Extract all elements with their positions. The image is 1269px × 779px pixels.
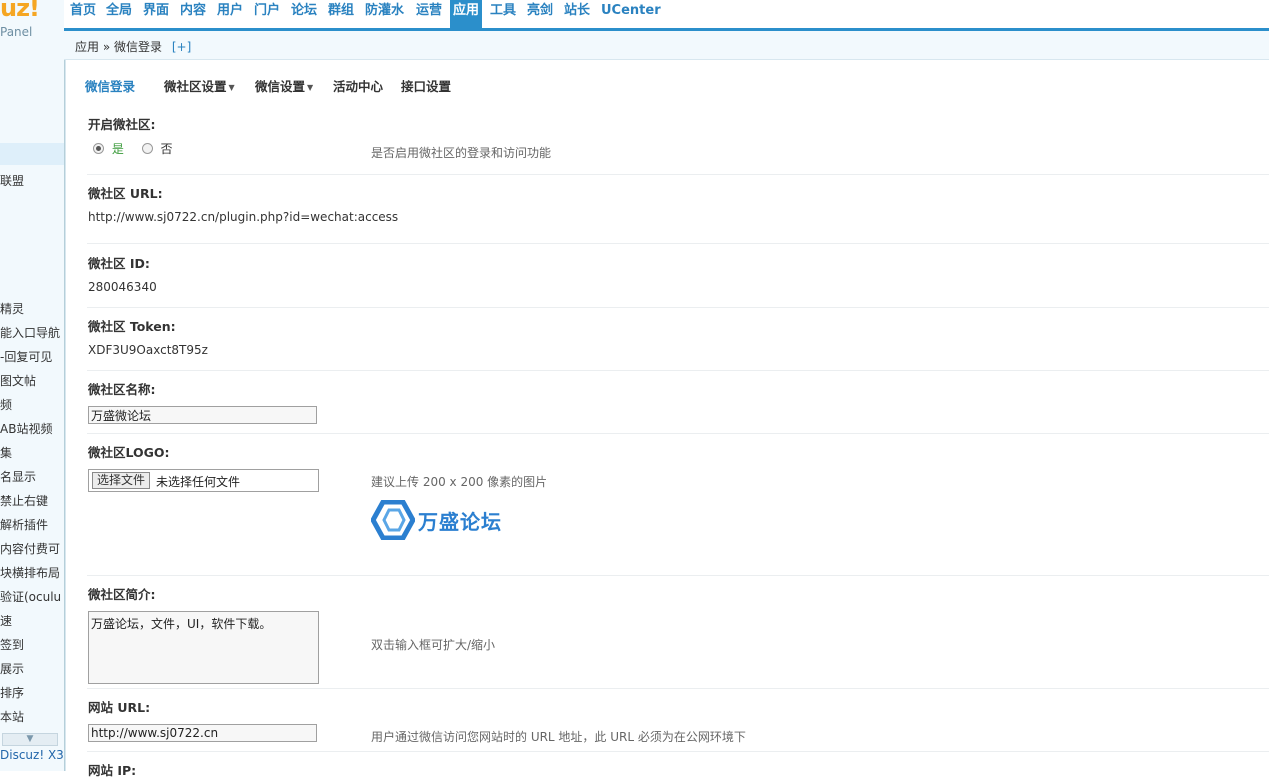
community-name-input[interactable] (88, 406, 317, 424)
top-nav: 首页 全局 界面 内容 用户 门户 论坛 群组 防灌水 运营 应用 工具 亮剑 … (64, 0, 1269, 31)
sidebar-item[interactable]: 联盟 (0, 172, 24, 189)
breadcrumb-parent[interactable]: 应用 (75, 40, 99, 54)
nav-item-apps[interactable]: 应用 (450, 0, 483, 28)
sidebar-item[interactable]: 能入口导航 (0, 324, 60, 341)
sidebar-item[interactable]: 频 (0, 396, 12, 413)
nav-item-groups[interactable]: 群组 (325, 0, 357, 24)
tab-activity-center[interactable]: 活动中心 (333, 76, 383, 95)
divider (87, 433, 1269, 434)
community-intro-textarea[interactable]: 万盛论坛，文件，UI，软件下载。 (88, 611, 319, 684)
nav-item-webmaster[interactable]: 站长 (561, 0, 593, 24)
site-url-tip: 用户通过微信访问您网站时的 URL 地址，此 URL 必须为在公网环境下 (371, 730, 746, 744)
sidebar: uz! Panel 联盟 精灵 能入口导航 -回复可见 图文帖 频 AB站视频 … (0, 0, 65, 771)
site-ip-label: 网站 IP: (88, 763, 137, 778)
logo-file-input[interactable]: 选择文件 未选择任何文件 (88, 469, 319, 492)
enable-label: 开启微社区: (88, 117, 156, 132)
nav-item-users[interactable]: 用户 (214, 0, 246, 24)
logo-tip: 建议上传 200 x 200 像素的图片 (371, 475, 548, 489)
nav-item-interface[interactable]: 界面 (140, 0, 172, 24)
divider (87, 243, 1269, 244)
sidebar-item[interactable]: 精灵 (0, 300, 24, 317)
community-logo-label: 微社区LOGO: (88, 445, 170, 460)
community-id-label: 微社区 ID: (88, 256, 150, 271)
enable-tip: 是否启用微社区的登录和访问功能 (371, 146, 552, 160)
discuz-logo: uz! (0, 0, 40, 22)
sidebar-highlight (0, 143, 64, 165)
nav-item-operation[interactable]: 运营 (413, 0, 445, 24)
enable-radio-group: 是 否 (88, 140, 173, 157)
sidebar-item[interactable]: 图文帖 (0, 372, 36, 389)
divider (87, 751, 1269, 752)
divider (87, 688, 1269, 689)
sidebar-item[interactable]: 块横排布局 (0, 564, 60, 581)
sidebar-item[interactable]: -回复可见 (0, 348, 52, 365)
tab-community-settings[interactable]: 微社区设置 ▼ (164, 76, 235, 95)
sidebar-item[interactable]: 内容付费可 (0, 540, 60, 557)
chevron-down-icon: ▼ (228, 83, 235, 92)
main-content: 微信登录 微社区设置 ▼ 微信设置 ▼ 活动中心 接口设置 开启微社区: 是 否 是… (65, 60, 1269, 778)
community-url-label: 微社区 URL: (88, 186, 163, 201)
hexagon-logo-icon (370, 499, 416, 541)
community-intro-label: 微社区简介: (88, 587, 156, 602)
breadcrumb-separator: » (102, 40, 111, 54)
sidebar-item[interactable]: 签到 (0, 636, 24, 653)
logo-preview: 万盛论坛 (370, 499, 511, 542)
community-name-label: 微社区名称: (88, 382, 156, 397)
site-url-label: 网站 URL: (88, 700, 151, 715)
choose-file-button[interactable]: 选择文件 (92, 472, 151, 489)
sidebar-item[interactable]: 本站 (0, 708, 24, 725)
nav-item-forum[interactable]: 论坛 (288, 0, 320, 24)
nav-item-content[interactable]: 内容 (177, 0, 209, 24)
sidebar-item[interactable]: 验证(oculu (0, 588, 61, 605)
community-token-value: XDF3U9Oaxct8T95z (88, 343, 208, 357)
nav-item-liangjian[interactable]: 亮剑 (524, 0, 556, 24)
version-footer[interactable]: Discuz! X3.2 (0, 748, 64, 762)
radio-no[interactable] (141, 143, 153, 154)
sidebar-item[interactable]: 集 (0, 444, 12, 461)
breadcrumb: 应用 » 微信登录 [+] (75, 38, 191, 55)
sidebar-item[interactable]: 速 (0, 612, 12, 629)
sidebar-item[interactable]: 禁止右键 (0, 492, 48, 509)
nav-item-home[interactable]: 首页 (67, 0, 99, 24)
file-status: 未选择任何文件 (156, 475, 241, 489)
site-url-input[interactable] (88, 724, 317, 742)
nav-item-ucenter[interactable]: UCenter (598, 0, 664, 24)
main-divider (65, 60, 66, 771)
scroll-down-icon[interactable]: ▼ (2, 733, 58, 746)
tab-community-settings-label: 微社区设置 (164, 79, 227, 94)
logo-preview-text: 万盛论坛 (418, 510, 502, 534)
divider (87, 307, 1269, 308)
community-url-value: http://www.sj0722.cn/plugin.php?id=wecha… (88, 210, 399, 224)
add-shortcut-button[interactable]: [+] (172, 40, 191, 54)
radio-no-label[interactable]: 否 (161, 142, 173, 156)
nav-item-global[interactable]: 全局 (103, 0, 135, 24)
tab-wechat-settings[interactable]: 微信设置 ▼ (255, 76, 313, 95)
sidebar-item[interactable]: 展示 (0, 660, 24, 677)
radio-yes[interactable] (93, 143, 104, 154)
divider (87, 575, 1269, 576)
divider (87, 174, 1269, 175)
tab-wechat-settings-label: 微信设置 (255, 79, 306, 94)
community-token-label: 微社区 Token: (88, 319, 176, 334)
tab-wechat-login[interactable]: 微信登录 (85, 76, 135, 95)
community-id-value: 280046340 (88, 280, 157, 294)
logo-subtitle: Panel (0, 25, 33, 39)
radio-yes-label[interactable]: 是 (112, 142, 124, 156)
tab-api-settings[interactable]: 接口设置 (401, 76, 451, 95)
sidebar-item[interactable]: 解析插件 (0, 516, 48, 533)
intro-tip: 双击输入框可扩大/缩小 (371, 638, 496, 652)
breadcrumb-bar: 应用 » 微信登录 [+] (64, 31, 1269, 60)
nav-item-portal[interactable]: 门户 (251, 0, 283, 24)
divider (87, 370, 1269, 371)
breadcrumb-current: 微信登录 (114, 40, 163, 54)
sidebar-item[interactable]: AB站视频 (0, 420, 52, 437)
sidebar-item[interactable]: 排序 (0, 684, 24, 701)
chevron-down-icon: ▼ (307, 83, 314, 92)
nav-item-antispam[interactable]: 防灌水 (362, 0, 407, 24)
nav-item-tools[interactable]: 工具 (487, 0, 519, 24)
sidebar-item[interactable]: 名显示 (0, 468, 36, 485)
